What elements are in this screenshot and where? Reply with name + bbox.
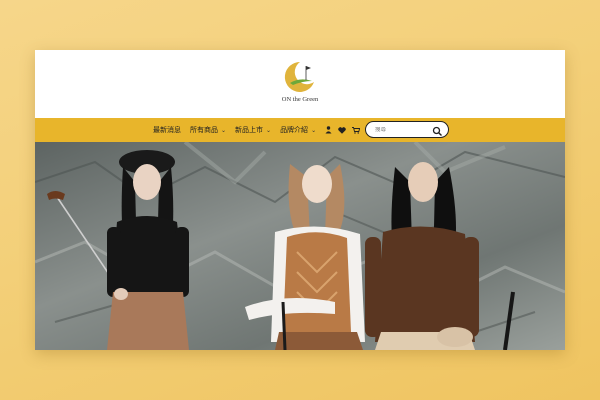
nav-item-label: 所有商品 — [190, 127, 218, 134]
nav-item-new-arrivals[interactable]: 新品上市 ⌄ — [235, 125, 271, 135]
site-header: ON the Green — [35, 50, 565, 118]
hero-image — [35, 142, 565, 350]
search-input[interactable] — [375, 126, 435, 133]
cart-icon[interactable] — [350, 124, 362, 136]
search-box — [365, 121, 449, 138]
chevron-down-icon: ⌄ — [311, 127, 317, 134]
chevron-down-icon: ⌄ — [221, 127, 227, 134]
main-nav: 最新消息 所有商品 ⌄ 新品上市 ⌄ 品牌介紹 ⌄ — [35, 118, 565, 142]
nav-item-all-products[interactable]: 所有商品 ⌄ — [190, 125, 226, 135]
nav-item-label: 品牌介紹 — [280, 127, 309, 134]
search-icon[interactable] — [432, 124, 443, 136]
chevron-down-icon: ⌄ — [266, 127, 272, 134]
nav-item-label: 新品上市 — [235, 127, 264, 134]
user-icon[interactable] — [322, 124, 334, 136]
brand-name: ON the Green — [281, 96, 319, 103]
nav-item-label: 最新消息 — [153, 127, 181, 134]
logo-mark-icon — [284, 61, 314, 92]
heart-icon[interactable] — [336, 124, 348, 136]
nav-item-latest-news[interactable]: 最新消息 — [153, 125, 181, 135]
website-frame: ON the Green 最新消息 所有商品 ⌄ 新品上市 ⌄ 品牌介紹 ⌄ — [35, 50, 565, 350]
hero-banner[interactable] — [35, 142, 565, 350]
nav-item-brand-intro[interactable]: 品牌介紹 ⌄ — [280, 125, 316, 135]
brand-logo[interactable]: ON the Green — [270, 59, 330, 103]
